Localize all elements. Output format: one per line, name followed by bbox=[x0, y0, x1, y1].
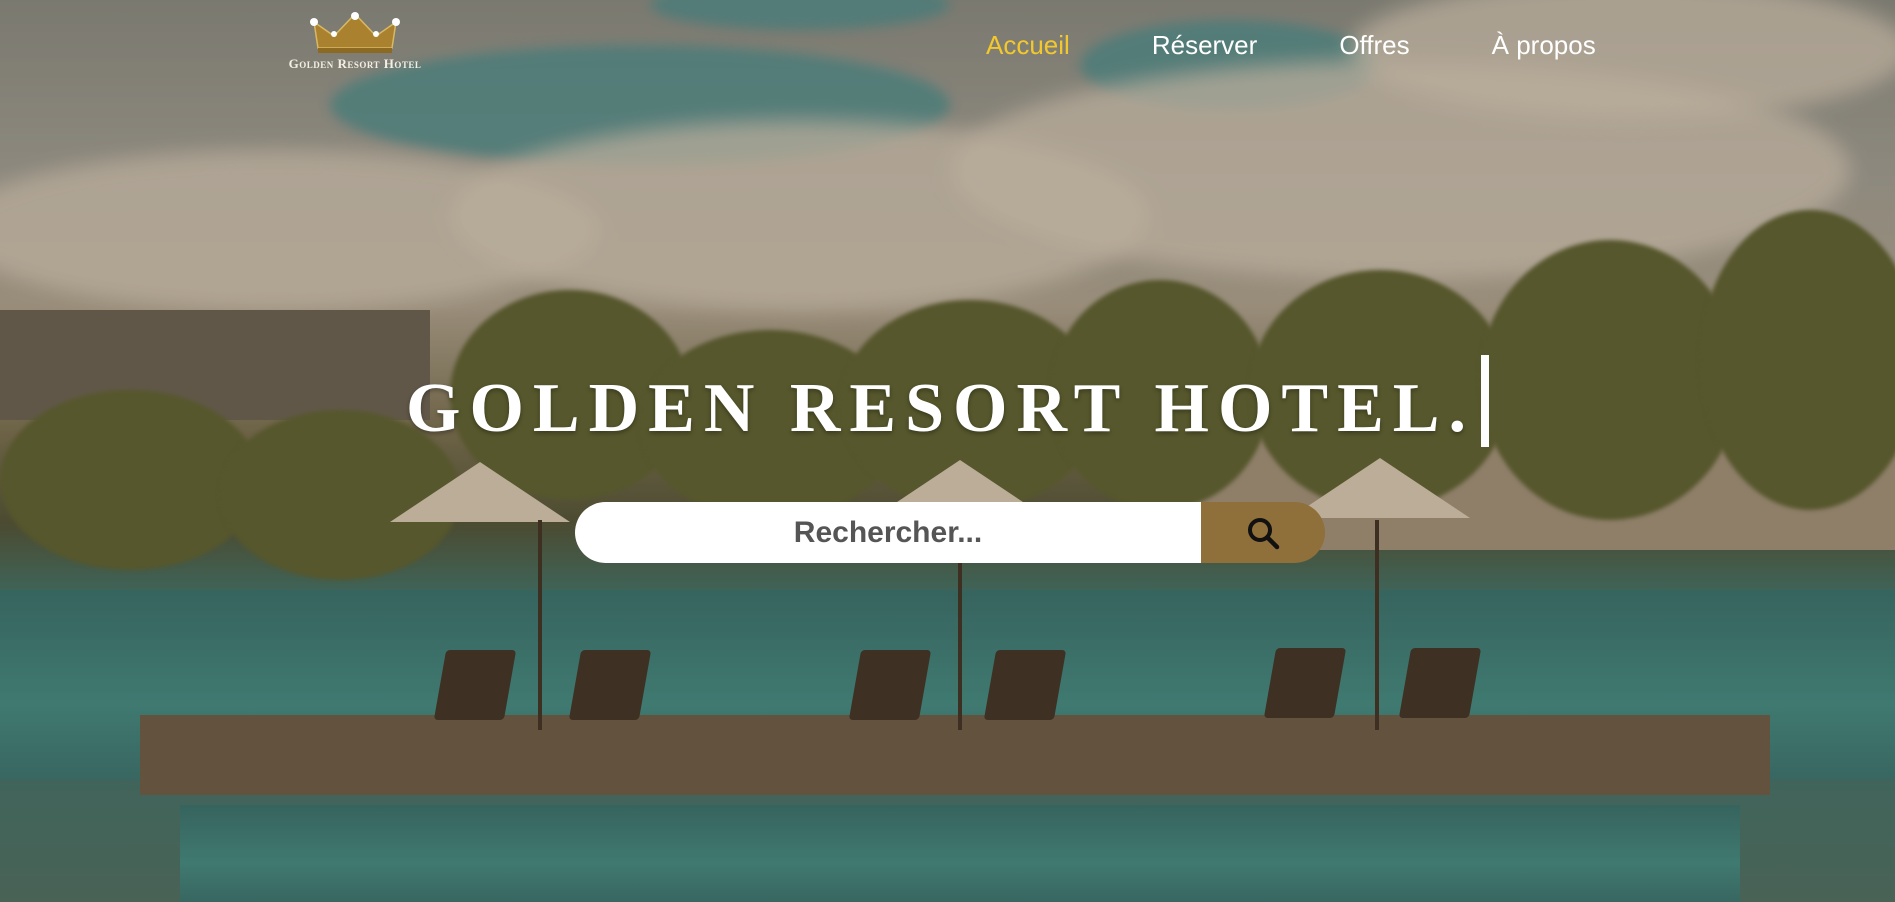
logo-text: Golden Resort Hotel bbox=[288, 56, 422, 71]
hero-section: Golden Resort Hotel Accueil Réserver Off… bbox=[0, 0, 1895, 902]
search-input[interactable] bbox=[575, 502, 1201, 563]
nav-item-offres[interactable]: Offres bbox=[1339, 30, 1409, 61]
nav-item-a-propos[interactable]: À propos bbox=[1492, 30, 1596, 61]
search-button[interactable] bbox=[1201, 502, 1325, 563]
hero-title-container: GOLDEN RESORT HOTEL. bbox=[0, 355, 1895, 449]
typing-cursor bbox=[1480, 355, 1489, 447]
logo[interactable]: Golden Resort Hotel bbox=[265, 12, 445, 72]
main-nav: Accueil Réserver Offres À propos bbox=[986, 30, 1678, 61]
hero-title: GOLDEN RESORT HOTEL. bbox=[406, 370, 1475, 447]
nav-item-accueil[interactable]: Accueil bbox=[986, 30, 1070, 61]
nav-item-reserver[interactable]: Réserver bbox=[1152, 30, 1257, 61]
crown-icon bbox=[310, 12, 400, 53]
search-bar bbox=[575, 502, 1325, 563]
search-icon bbox=[1248, 517, 1280, 549]
